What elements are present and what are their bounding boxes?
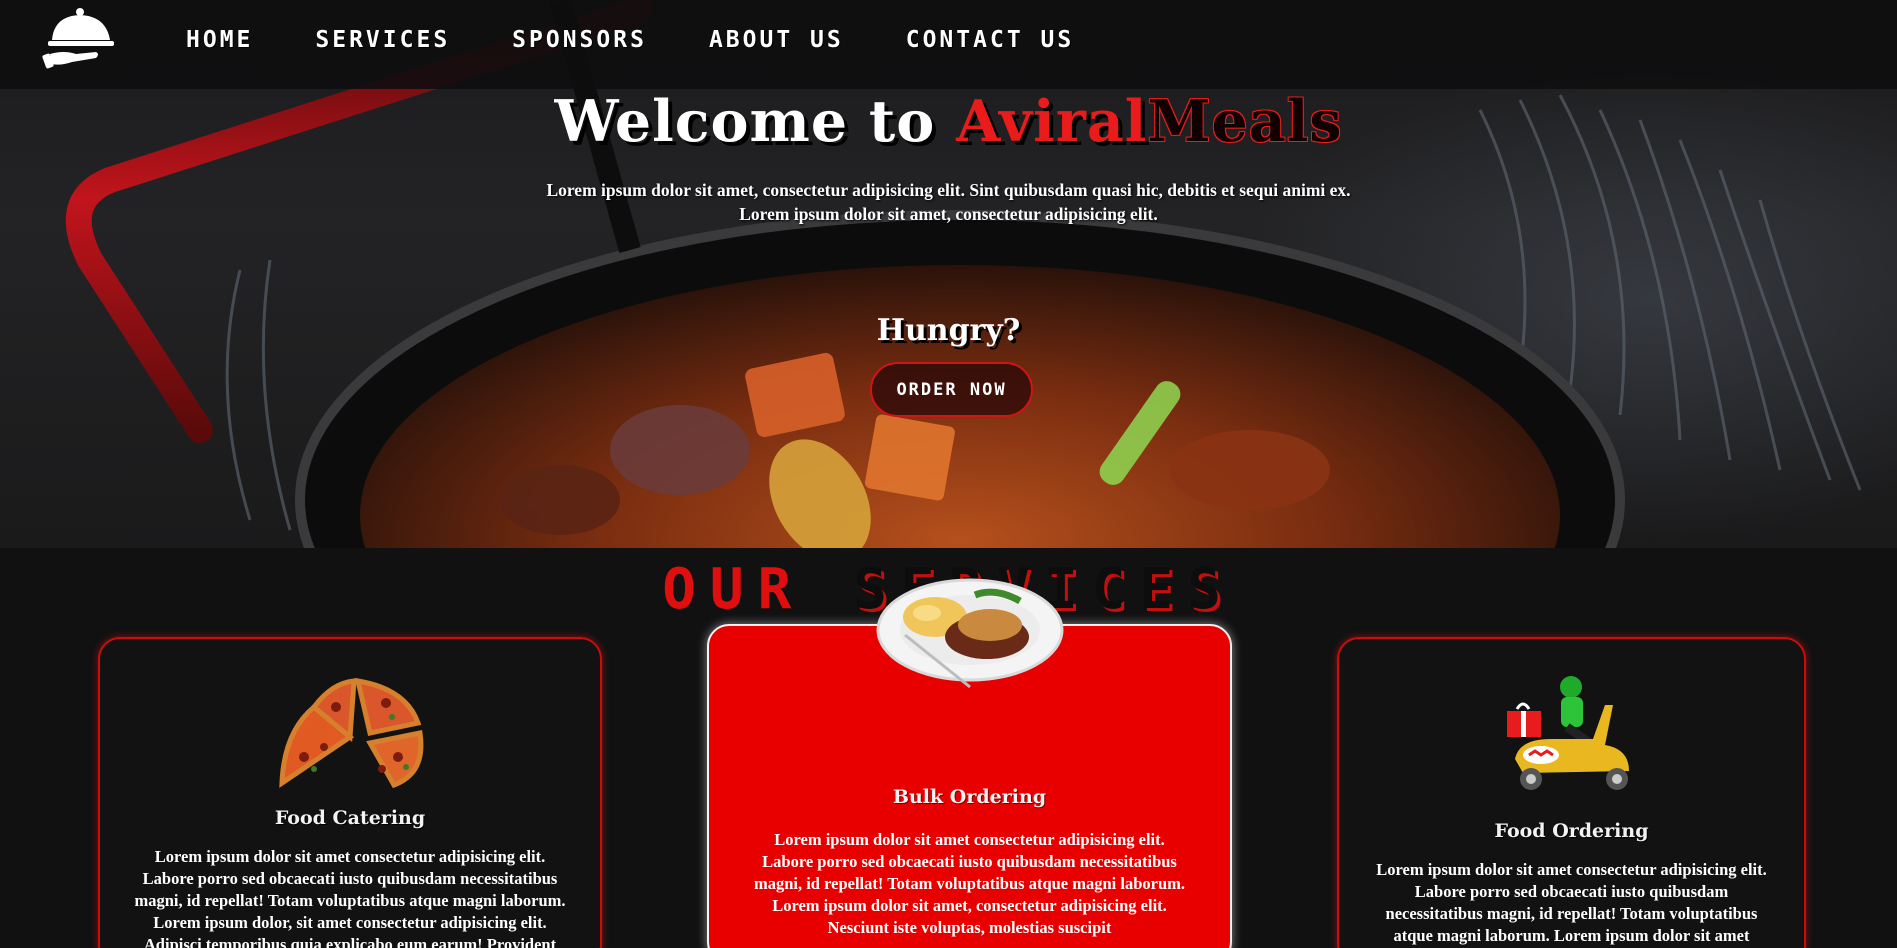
hero-title-welcome: Welcome to: [554, 88, 957, 155]
nav-home-link[interactable]: HOME: [186, 27, 253, 53]
hero-title: Welcome to AviralMeals: [0, 88, 1897, 155]
nav-contact-link[interactable]: CONTACT US: [906, 27, 1074, 53]
service-card-text: Lorem ipsum dolor sit amet consectetur a…: [753, 830, 1186, 937]
hero-title-brand-second: Meals: [1147, 88, 1343, 155]
service-card-text: Lorem ipsum dolor sit amet consectetur a…: [1376, 860, 1767, 945]
nav-services-link[interactable]: SERVICES: [315, 27, 450, 53]
nav-about-link[interactable]: ABOUT US: [709, 27, 844, 53]
service-card-food-ordering[interactable]: Food Ordering Lorem ipsum dolor sit amet…: [1337, 637, 1806, 948]
services-title-first: OUR: [662, 557, 806, 622]
service-card-title: Food Catering: [274, 807, 426, 829]
hero-title-brand-first: Aviral: [956, 88, 1148, 155]
service-card-title: Food Ordering: [1494, 820, 1649, 842]
pizza-icon: [279, 677, 424, 789]
hero-subtitle-line1: Lorem ipsum dolor sit amet, consectetur …: [546, 180, 1351, 200]
service-card-food-catering[interactable]: Food Catering Lorem ipsum dolor sit amet…: [98, 637, 602, 948]
main-nav: HOME SERVICES SPONSORS ABOUT US CONTACT …: [186, 27, 1136, 53]
delivery-scooter-icon: [1507, 676, 1629, 790]
hungry-heading: Hungry?: [876, 313, 1021, 348]
navbar: HOME SERVICES SPONSORS ABOUT US CONTACT …: [0, 0, 1897, 89]
order-now-button[interactable]: ORDER NOW: [870, 362, 1033, 417]
service-card-text: Lorem ipsum dolor sit amet consectetur a…: [134, 847, 566, 948]
hero-subtitle-line2: Lorem ipsum dolor sit amet, consectetur …: [739, 204, 1158, 224]
service-card-title: Bulk Ordering: [892, 786, 1047, 808]
serving-cloche-icon[interactable]: [42, 4, 114, 70]
plate-of-food-icon: [876, 578, 1064, 689]
hero-subtitle: Lorem ipsum dolor sit amet, consectetur …: [0, 178, 1897, 226]
nav-sponsors-link[interactable]: SPONSORS: [512, 27, 647, 53]
